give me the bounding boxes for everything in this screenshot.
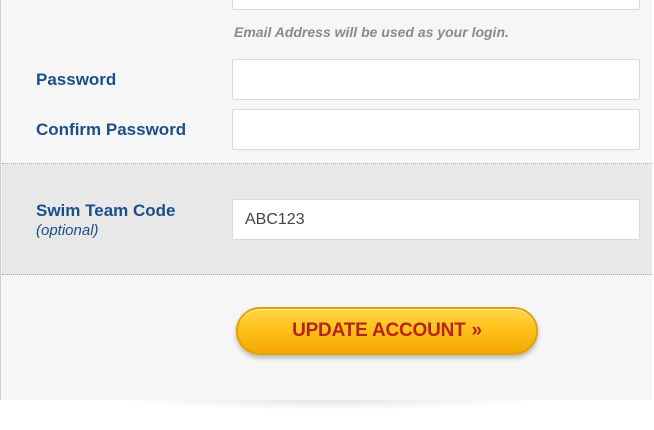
credentials-section: Email Address will be used as your login… (2, 0, 652, 164)
swim-team-code-section: Swim Team Code (optional) (2, 164, 652, 275)
account-form-panel: Email Address will be used as your login… (0, 0, 652, 430)
email-hint: Email Address will be used as your login… (234, 24, 509, 40)
password-label: Password (36, 70, 117, 89)
double-chevron-right-icon: » (471, 320, 483, 341)
confirm-password-field[interactable] (232, 109, 640, 150)
swim-team-code-label: Swim Team Code (36, 201, 176, 220)
email-field[interactable] (232, 0, 640, 10)
swim-team-code-field[interactable] (232, 199, 640, 240)
panel-shadow (120, 400, 540, 410)
password-field[interactable] (232, 59, 640, 100)
update-account-label: UPDATE ACCOUNT (292, 320, 466, 341)
page-footer (0, 400, 654, 430)
confirm-password-label: Confirm Password (36, 120, 187, 139)
optional-label: (optional) (36, 222, 99, 239)
actions-section: UPDATE ACCOUNT» (2, 275, 652, 400)
update-account-button[interactable]: UPDATE ACCOUNT» (236, 307, 538, 355)
